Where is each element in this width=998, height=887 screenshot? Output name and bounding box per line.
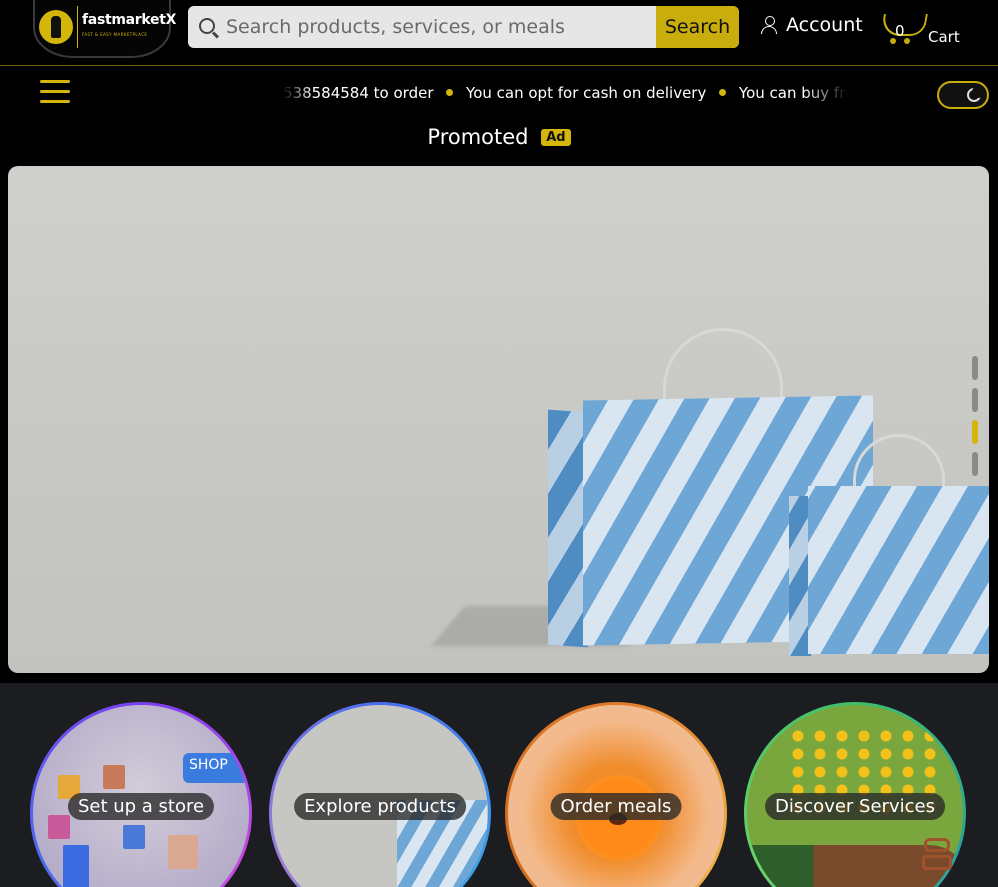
ad-badge: Ad — [541, 129, 571, 146]
cart-count: 0 — [895, 22, 905, 40]
carousel-indicators — [972, 356, 978, 484]
promoted-heading: Promoted Ad — [0, 125, 998, 149]
carousel-dot-active[interactable] — [972, 420, 978, 444]
promo-banner[interactable] — [8, 166, 989, 673]
bag-image — [63, 845, 89, 887]
cart-label: Cart — [928, 28, 960, 46]
search-bar: Search — [188, 6, 739, 48]
menu-icon[interactable] — [40, 80, 70, 106]
brand-logo[interactable]: fastmarketX FAST & EASY MARKETPLACE — [33, 0, 176, 58]
bag-image — [123, 825, 145, 849]
user-icon — [760, 15, 778, 35]
site-header: fastmarketX FAST & EASY MARKETPLACE Sear… — [0, 0, 998, 66]
bag-side — [548, 409, 588, 648]
bag-image — [168, 835, 198, 869]
ticker-item: You can buy from m — [738, 84, 848, 102]
category-image: Order meals — [508, 705, 724, 887]
ticker-item: You can opt for cash on delivery — [466, 84, 707, 102]
carousel-dot[interactable] — [972, 452, 978, 476]
search-input[interactable] — [226, 6, 656, 48]
bag-image — [48, 815, 70, 839]
category-order-meals[interactable]: Order meals — [505, 702, 727, 887]
category-image: SHOP Set up a store — [33, 705, 249, 887]
ticker-item: 538584584 to order — [283, 84, 434, 102]
bag-image — [103, 765, 125, 789]
category-explore-products[interactable]: Explore products — [269, 702, 491, 887]
bag-handle — [663, 328, 783, 408]
logo-divider — [77, 6, 78, 48]
brand-tagline: FAST & EASY MARKETPLACE — [82, 32, 148, 37]
carousel-dot[interactable] — [972, 388, 978, 412]
category-label: Discover Services — [765, 793, 945, 820]
shopping-bag-image — [808, 486, 989, 654]
search-icon — [188, 6, 226, 48]
brand-name: fastmarketX — [82, 12, 177, 28]
logo-icon — [39, 10, 73, 44]
account-label: Account — [786, 14, 863, 36]
category-image: Explore products — [272, 705, 488, 887]
promoted-label: Promoted — [427, 125, 529, 149]
cart-wheel — [904, 38, 910, 44]
moon-icon — [967, 86, 984, 102]
category-label: Set up a store — [67, 793, 215, 820]
ticker-separator — [446, 89, 454, 96]
shop-sign-image: SHOP — [183, 753, 249, 783]
category-setup-store[interactable]: SHOP Set up a store — [30, 702, 252, 887]
theme-toggle[interactable] — [937, 81, 989, 109]
account-link[interactable]: Account — [760, 14, 863, 36]
announcement-ticker: 538584584 to order You can opt for cash … — [283, 84, 848, 106]
ticker-separator — [719, 89, 727, 96]
carousel-dot[interactable] — [972, 356, 978, 380]
search-button[interactable]: Search — [656, 6, 739, 48]
robot-icon[interactable] — [921, 838, 953, 872]
category-label: Order meals — [550, 793, 682, 820]
cart-link[interactable]: 0 Cart — [880, 10, 980, 50]
category-label: Explore products — [294, 793, 466, 820]
category-section: SHOP Set up a store Explore products Ord… — [0, 683, 998, 887]
